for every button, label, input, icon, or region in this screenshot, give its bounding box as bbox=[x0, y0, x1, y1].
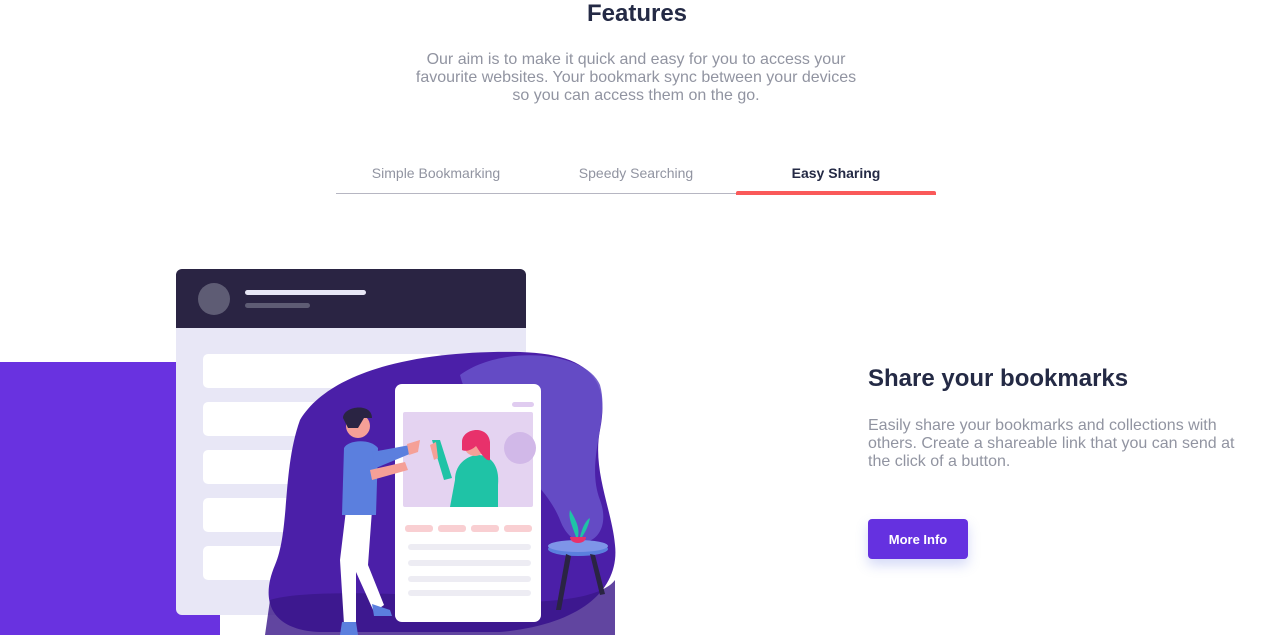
tab-active-indicator bbox=[736, 191, 936, 195]
panel-title: Share your bookmarks bbox=[868, 365, 1129, 392]
panel-description: Easily share your bookmarks and collecti… bbox=[868, 417, 1235, 470]
tab-simple-bookmarking[interactable]: Simple Bookmarking bbox=[336, 152, 536, 193]
tab-label: Easy Sharing bbox=[791, 165, 881, 181]
features-title: Features bbox=[586, 0, 688, 27]
tab-label: Speedy Searching bbox=[578, 165, 694, 181]
feature-tabs: Simple Bookmarking Speedy Searching Easy… bbox=[336, 152, 936, 195]
sharing-illustration bbox=[176, 269, 616, 635]
features-intro: Our aim is to make it quick and easy for… bbox=[415, 51, 857, 104]
tab-easy-sharing[interactable]: Easy Sharing bbox=[736, 152, 936, 195]
more-info-button[interactable]: More Info bbox=[868, 519, 968, 559]
tab-label: Simple Bookmarking bbox=[371, 165, 501, 181]
tab-speedy-searching[interactable]: Speedy Searching bbox=[536, 152, 736, 193]
phone-graphic bbox=[395, 384, 541, 622]
